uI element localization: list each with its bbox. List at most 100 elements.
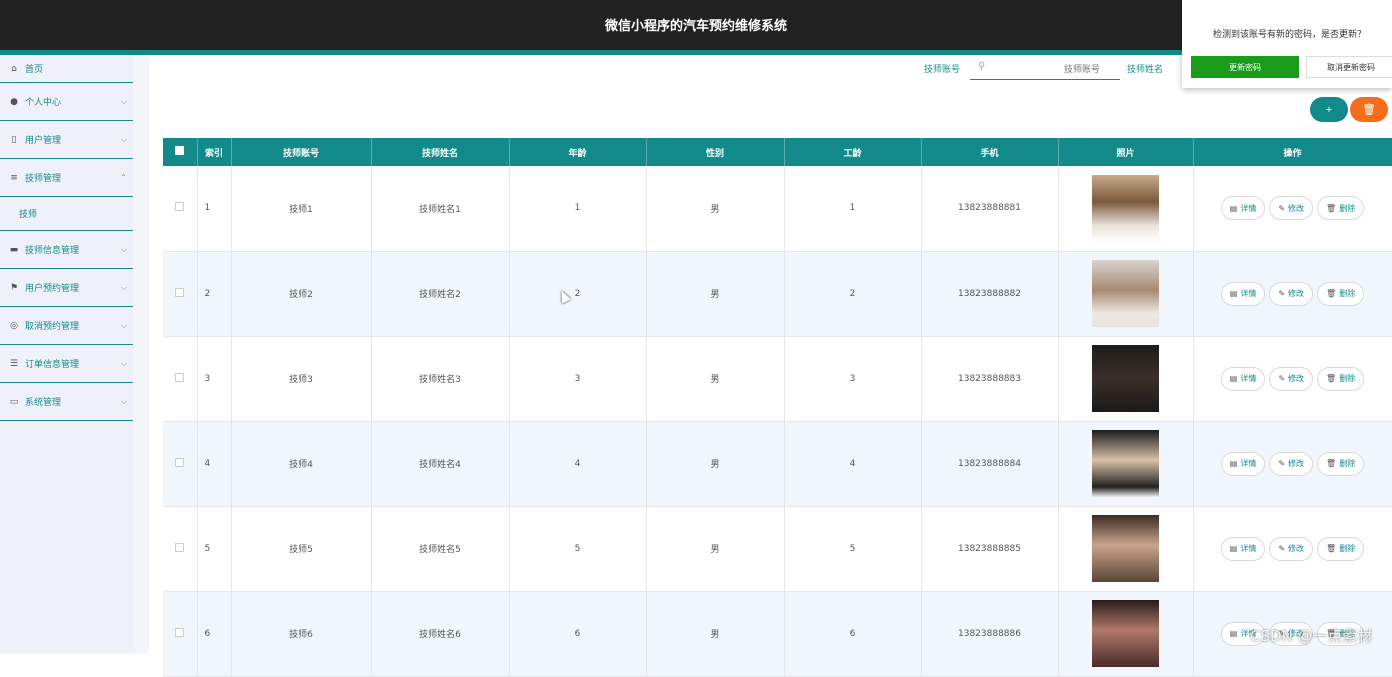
detail-button[interactable]: ▤ 详情	[1220, 366, 1266, 391]
index-cell: 3	[197, 336, 232, 422]
detail-label: 详情	[1240, 459, 1257, 468]
age-cell: 1	[509, 166, 647, 252]
sidebar: ⌂ 首页 ● 个人中心 ⌵ ▯ 用户管理 ⌵ ≡ 技师管理 ⌃ 技师 ▬ 技师信…	[0, 55, 133, 654]
delete-label: 删除	[1339, 374, 1356, 383]
technician-photo[interactable]	[1092, 345, 1159, 412]
detail-button[interactable]: ▤ 详情	[1220, 281, 1266, 306]
actions-cell: ▤ 详情 ✎ 修改 🗑 删除	[1193, 336, 1392, 422]
row-select-cell[interactable]	[163, 506, 198, 592]
table-row: 3 技师3 技师姓名3 3 男 3 13823888883 ▤ 详情 ✎ 修改 🗑 删除	[163, 336, 1392, 422]
list-icon: ≡	[10, 172, 18, 183]
select-all-cell[interactable]	[163, 138, 198, 166]
row-select-cell[interactable]	[163, 591, 198, 677]
detail-label: 详情	[1240, 374, 1257, 383]
edit-label: 修改	[1288, 203, 1305, 213]
years-cell: 2	[784, 251, 922, 337]
technician-photo[interactable]	[1092, 260, 1159, 327]
row-checkbox[interactable]	[175, 287, 185, 297]
table-row: 1 技师1 技师姓名1 1 男 1 13823888881 ▤ 详情 ✎ 修改 🗑 删除	[163, 166, 1392, 252]
sidebar-item-reservations[interactable]: ⚑ 用户预约管理 ⌵	[0, 269, 133, 307]
technician-photo[interactable]	[1092, 430, 1159, 497]
edit-button[interactable]: ✎ 修改	[1269, 451, 1314, 476]
chevron-down-icon: ⌵	[120, 96, 127, 106]
edit-button[interactable]: ✎ 修改	[1269, 366, 1314, 391]
sidebar-item-orders[interactable]: ☰ 订单信息管理 ⌵	[0, 345, 133, 383]
delete-button[interactable]: 🗑 删除	[1317, 451, 1365, 476]
row-select-cell[interactable]	[163, 421, 198, 507]
pencil-icon: ✎	[1278, 289, 1286, 298]
column-header: 年龄	[509, 138, 647, 166]
sidebar-item-technician-info[interactable]: ▬ 技师信息管理 ⌵	[0, 231, 133, 269]
sidebar-gutter	[133, 55, 149, 654]
edit-button[interactable]: ✎ 修改	[1269, 536, 1314, 561]
years-cell: 5	[784, 506, 922, 592]
column-header: 工龄	[784, 138, 922, 166]
table-row: 6 技师6 技师姓名6 6 男 6 13823888886 ▤ 详情 ✎ 修改 🗑 删除	[163, 591, 1392, 677]
photo-cell	[1058, 421, 1194, 507]
update-password-button[interactable]: 更新密码	[1191, 56, 1299, 78]
account-cell: 技师2	[231, 251, 372, 337]
pencil-icon: ✎	[1278, 203, 1286, 213]
name-cell: 技师姓名5	[371, 506, 510, 592]
row-select-cell[interactable]	[163, 251, 198, 337]
chevron-down-icon: ⌵	[120, 358, 127, 368]
chevron-down-icon: ⌵	[120, 320, 127, 330]
age-cell: 2	[509, 251, 647, 337]
account-cell: 技师4	[231, 421, 372, 507]
phone-cell: 13823888885	[921, 506, 1059, 592]
name-cell: 技师姓名6	[371, 591, 510, 677]
edit-label: 修改	[1288, 289, 1305, 298]
row-checkbox[interactable]	[175, 202, 185, 212]
index-cell: 4	[197, 421, 232, 507]
row-select-cell[interactable]	[163, 166, 198, 252]
detail-button[interactable]: ▤ 详情	[1220, 451, 1266, 476]
sidebar-item-profile[interactable]: ● 个人中心 ⌵	[0, 83, 133, 121]
sidebar-item-label: 取消预约管理	[25, 322, 80, 332]
sidebar-item-technicians[interactable]: ≡ 技师管理 ⌃	[0, 159, 133, 197]
document-icon: ▤	[1229, 289, 1238, 298]
sidebar-item-home[interactable]: ⌂ 首页	[0, 55, 133, 83]
age-cell: 4	[509, 421, 647, 507]
sidebar-subitem-technician[interactable]: 技师	[0, 197, 133, 231]
add-button[interactable]: +	[1310, 97, 1348, 122]
delete-label: 删除	[1339, 289, 1356, 298]
technician-table: 索引 技师账号 技师姓名 年龄 性别 工龄 手机 照片 操作 1 技师1 技师姓名1…	[163, 138, 1392, 677]
account-search-input[interactable]	[970, 58, 1120, 80]
column-header: 操作	[1193, 138, 1392, 166]
sidebar-item-users[interactable]: ▯ 用户管理 ⌵	[0, 121, 133, 159]
table-row: 4 技师4 技师姓名4 4 男 4 13823888884 ▤ 详情 ✎ 修改 🗑 删除	[163, 421, 1392, 507]
cancel-update-button[interactable]: 取消更新密码	[1306, 56, 1392, 78]
detail-button[interactable]: ▤ 详情	[1220, 196, 1266, 221]
technician-photo[interactable]	[1092, 600, 1159, 667]
column-header: 性别	[646, 138, 785, 166]
edit-button[interactable]: ✎ 修改	[1269, 196, 1314, 221]
row-checkbox[interactable]	[175, 627, 185, 637]
name-cell: 技师姓名3	[371, 336, 510, 422]
document-icon: ▤	[1229, 544, 1238, 553]
years-cell: 3	[784, 336, 922, 422]
row-checkbox[interactable]	[175, 372, 185, 382]
phone-cell: 13823888884	[921, 421, 1059, 507]
sidebar-item-system[interactable]: ▭ 系统管理 ⌵	[0, 383, 133, 421]
years-cell: 1	[784, 166, 922, 252]
delete-button[interactable]: 🗑 删除	[1317, 536, 1365, 561]
pencil-icon: ✎	[1278, 544, 1286, 553]
edit-button[interactable]: ✎ 修改	[1269, 281, 1314, 306]
technician-photo[interactable]	[1092, 174, 1159, 242]
monitor-icon: ▬	[9, 244, 19, 255]
sidebar-item-cancellations[interactable]: ◎ 取消预约管理 ⌵	[0, 307, 133, 345]
delete-button[interactable]: 🗑 删除	[1317, 281, 1365, 306]
row-checkbox[interactable]	[175, 542, 185, 552]
delete-button[interactable]: 🗑 删除	[1317, 366, 1365, 391]
delete-label: 删除	[1339, 459, 1356, 468]
row-checkbox[interactable]	[175, 457, 185, 467]
age-cell: 6	[509, 591, 647, 677]
select-all-checkbox[interactable]	[175, 146, 185, 155]
detail-button[interactable]: ▤ 详情	[1220, 536, 1266, 561]
sidebar-item-label: 系统管理	[25, 398, 62, 408]
account-cell: 技师3	[231, 336, 372, 422]
row-select-cell[interactable]	[163, 336, 198, 422]
batch-delete-button[interactable]: 🗑	[1350, 97, 1388, 122]
technician-photo[interactable]	[1092, 515, 1159, 582]
delete-button[interactable]: 🗑 删除	[1317, 196, 1365, 221]
